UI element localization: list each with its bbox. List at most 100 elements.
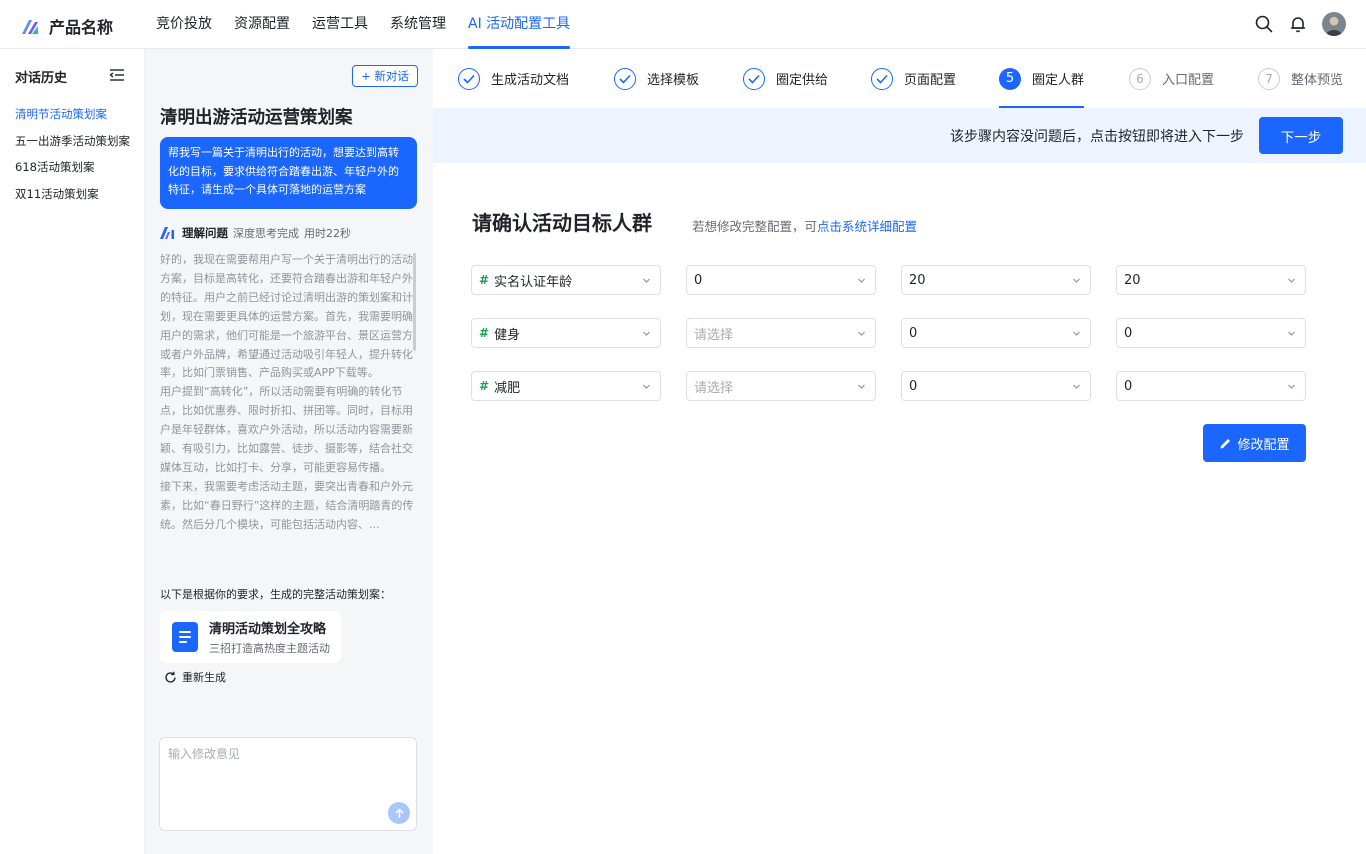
history-sidebar: 对话历史 清明节活动策划案 五一出游季活动策划案 618活动策划案 双11活动策… [0,49,145,854]
max-value: 0 [1124,325,1133,341]
thinking-paragraph: 接下来，我需要考虑活动主题，要突出青春和户外元素，比如“春日野行”这样的主题，结… [160,479,414,531]
step-page-config[interactable]: 页面配置 [871,49,956,108]
logo[interactable]: 产品名称 [20,14,113,38]
operator-value: 请选择 [694,327,734,343]
main-nav: 竞价投放 资源配置 运营工具 系统管理 AI 活动配置工具 [145,0,581,49]
thinking-fade [160,539,416,569]
step-generate-doc[interactable]: 生成活动文档 [458,49,569,108]
operator-select[interactable]: 请选择 [686,318,876,348]
step-select-template[interactable]: 选择模板 [614,49,699,108]
step-label: 入口配置 [1162,73,1215,88]
modify-config-label: 修改配置 [1237,437,1290,453]
user-avatar[interactable] [1322,12,1346,36]
step-label: 页面配置 [904,73,957,88]
check-icon [743,67,765,90]
next-step-button[interactable]: 下一步 [1259,117,1343,154]
step-select-supply[interactable]: 圈定供给 [743,49,828,108]
hint-text: 若想修改完整配置，可 [692,219,818,234]
nav-item-bidding[interactable]: 竞价投放 [145,0,223,49]
step-label: 选择模板 [647,73,700,88]
step-number: 5 [999,67,1021,90]
notice-bar: 该步骤内容没问题后，点击按钮即将进入下一步 下一步 [433,108,1366,163]
check-icon [871,67,893,90]
min-value-select[interactable]: 20 [901,265,1091,295]
detailed-config-link[interactable]: 点击系统详细配置 [817,219,917,234]
regenerate-button[interactable]: 重新生成 [164,669,226,685]
nav-item-ai-activity-tool[interactable]: AI 活动配置工具 [457,0,581,49]
tag-value: 实名认证年龄 [494,274,573,290]
max-value-select[interactable]: 0 [1116,318,1306,348]
chevron-down-icon [1288,331,1295,336]
thinking-status: 深度思考完成 [233,227,299,240]
document-card[interactable]: 清明活动策划全攻略 三招打造高热度主题活动 [160,611,341,663]
send-button[interactable] [388,802,410,824]
top-bar: 产品名称 竞价投放 资源配置 运营工具 系统管理 AI 活动配置工具 [0,0,1366,49]
min-value: 20 [909,272,926,288]
chevron-down-icon [643,384,650,389]
chat-panel: + 新对话 清明出游活动运营策划案 帮我写一篇关于清明出行的活动，想要达到高转化… [145,49,433,854]
max-value: 20 [1124,272,1141,288]
user-message-bubble: 帮我写一篇关于清明出行的活动，想要达到高转化的目标，要求供给符合踏春出游、年轻户… [160,137,417,209]
max-value: 0 [1124,378,1133,394]
step-preview[interactable]: 7 整体预览 [1258,49,1343,108]
bell-icon[interactable] [1288,14,1308,34]
chevron-down-icon [1288,278,1295,283]
min-value-select[interactable]: 0 [901,318,1091,348]
document-icon [172,622,198,652]
feedback-input[interactable] [159,737,417,831]
chevron-down-icon [643,278,650,283]
collapse-sidebar-icon[interactable] [109,68,125,82]
regenerate-label: 重新生成 [182,671,226,684]
chevron-down-icon [1073,278,1080,283]
thinking-header[interactable]: 理解问题 深度思考完成 用时22秒 [160,225,351,241]
chevron-down-icon [858,331,865,336]
operator-select[interactable]: 请选择 [686,371,876,401]
step-entry-config[interactable]: 6 入口配置 [1129,49,1214,108]
min-value: 0 [909,325,918,341]
search-icon[interactable] [1254,14,1274,34]
refresh-icon [165,671,176,683]
max-value-select[interactable]: 0 [1116,371,1306,401]
step-number: 6 [1129,67,1151,90]
tag-select[interactable]: # 减肥 [471,371,661,401]
edit-icon [1220,438,1231,448]
step-number: 7 [1258,67,1280,90]
operator-value: 0 [694,272,703,288]
thinking-paragraph: 用户提到“高转化”，所以活动需要有明确的转化节点，比如优惠券、限时折扣、拼团等。… [160,385,413,474]
arrow-up-icon [394,807,404,818]
nav-item-operation-tools[interactable]: 运营工具 [301,0,379,49]
new-chat-button[interactable]: + 新对话 [352,65,418,87]
thinking-duration: 用时22秒 [304,227,351,240]
thinking-label: 理解问题 [182,226,228,240]
chevron-down-icon [643,331,650,336]
history-item[interactable]: 双11活动策划案 [15,181,133,208]
notice-text: 该步骤内容没问题后，点击按钮即将进入下一步 [950,129,1244,145]
ai-logo-icon [160,227,174,239]
min-value-select[interactable]: 0 [901,371,1091,401]
operator-select[interactable]: 0 [686,265,876,295]
history-item[interactable]: 618活动策划案 [15,154,133,181]
modify-config-button[interactable]: 修改配置 [1203,424,1306,462]
tag-select[interactable]: # 实名认证年龄 [471,265,661,295]
tag-value: 健身 [494,327,521,343]
chat-title: 清明出游活动运营策划案 [160,108,353,128]
history-title: 对话历史 [15,71,68,86]
max-value-select[interactable]: 20 [1116,265,1306,295]
top-actions [1254,12,1346,36]
chevron-down-icon [858,278,865,283]
tag-value: 减肥 [494,380,521,396]
step-select-audience[interactable]: 5 圈定人群 [999,49,1085,108]
hash-icon: # [479,273,490,287]
chevron-down-icon [1073,331,1080,336]
nav-item-system-management[interactable]: 系统管理 [379,0,457,49]
history-item[interactable]: 五一出游季活动策划案 [15,128,133,155]
history-item[interactable]: 清明节活动策划案 [15,101,133,128]
step-label: 圈定人群 [1032,73,1085,88]
thinking-scrollbar[interactable] [413,253,416,351]
chevron-down-icon [858,384,865,389]
step-label: 生成活动文档 [491,73,570,88]
tag-select[interactable]: # 健身 [471,318,661,348]
result-intro: 以下是根据你的要求，生成的完整活动策划案： [160,588,391,601]
nav-item-resources[interactable]: 资源配置 [223,0,301,49]
hash-icon: # [479,379,490,393]
